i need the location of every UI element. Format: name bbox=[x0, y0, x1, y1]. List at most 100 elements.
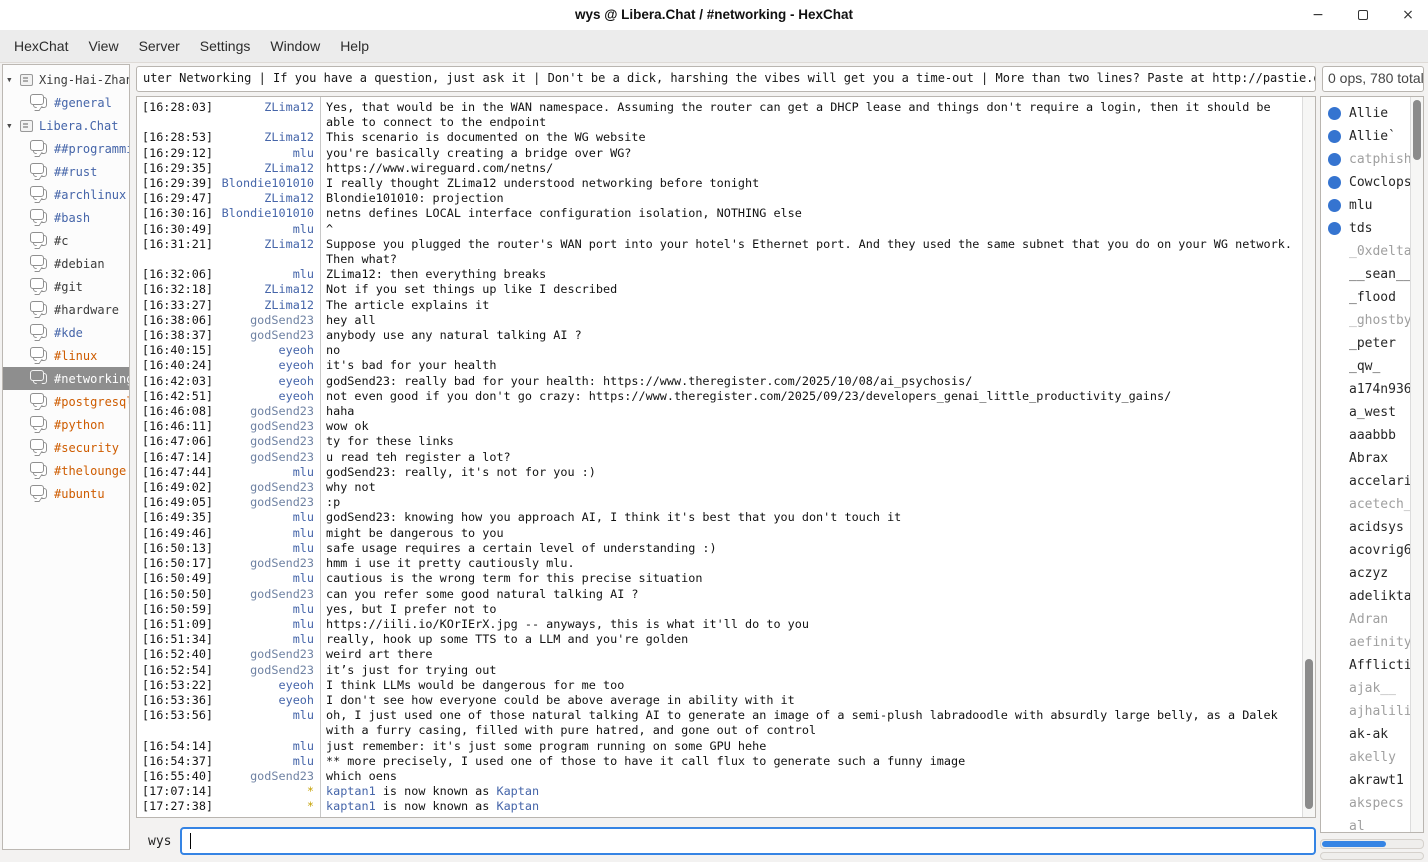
chat-nick[interactable]: godSend23 bbox=[210, 647, 314, 662]
sidebar-server-libera-chat[interactable]: ▾Libera.Chat bbox=[3, 114, 129, 137]
chat-scrollbar[interactable] bbox=[1302, 97, 1315, 817]
userlist-item[interactable]: Cowclops` bbox=[1321, 171, 1410, 194]
userlist-item[interactable]: a_west bbox=[1321, 401, 1410, 424]
userlist-horizontal-scrollbar-thumb[interactable] bbox=[1322, 841, 1386, 847]
chat-nick[interactable]: godSend23 bbox=[210, 480, 314, 495]
sidebar-item--hardware[interactable]: #hardware bbox=[3, 298, 129, 321]
sidebar-item--rust[interactable]: ##rust bbox=[3, 160, 129, 183]
userlist-item[interactable]: _ghostbyte bbox=[1321, 309, 1410, 332]
userlist-item[interactable]: _peter bbox=[1321, 332, 1410, 355]
chat-nick[interactable]: godSend23 bbox=[210, 450, 314, 465]
chat-nick[interactable]: mlu bbox=[210, 617, 314, 632]
chat-nick[interactable]: eyeoh bbox=[210, 678, 314, 693]
menu-item-server[interactable]: Server bbox=[129, 33, 190, 59]
chat-nick[interactable]: mlu bbox=[210, 754, 314, 769]
userlist-item[interactable]: acetech_ bbox=[1321, 493, 1410, 516]
userlist-item[interactable]: accelario bbox=[1321, 470, 1410, 493]
chat-nick[interactable]: godSend23 bbox=[210, 313, 314, 328]
sidebar-item--networking[interactable]: #networking bbox=[3, 367, 129, 390]
chat-nick[interactable]: eyeoh bbox=[210, 358, 314, 373]
userlist-item[interactable]: aefinity bbox=[1321, 631, 1410, 654]
chat-nick[interactable]: godSend23 bbox=[210, 587, 314, 602]
userlist-item[interactable]: acovrig60 bbox=[1321, 539, 1410, 562]
chat-nick[interactable]: godSend23 bbox=[210, 769, 314, 784]
topic-bar[interactable]: uter Networking | If you have a question… bbox=[136, 66, 1316, 92]
chat-nick[interactable]: godSend23 bbox=[210, 434, 314, 449]
userlist-item[interactable]: Abrax bbox=[1321, 447, 1410, 470]
chat-nick[interactable]: godSend23 bbox=[210, 663, 314, 678]
chat-nick[interactable]: eyeoh bbox=[210, 343, 314, 358]
chat-nick[interactable]: mlu bbox=[210, 541, 314, 556]
userlist-item[interactable]: __sean__ bbox=[1321, 263, 1410, 286]
message-input[interactable] bbox=[180, 827, 1316, 855]
chat-nick[interactable]: Blondie101010 bbox=[210, 206, 314, 221]
userlist-item[interactable]: al bbox=[1321, 815, 1410, 832]
maximize-icon[interactable] bbox=[1355, 7, 1371, 23]
chat-nick[interactable]: eyeoh bbox=[210, 693, 314, 708]
userlist-item[interactable]: Allie bbox=[1321, 102, 1410, 125]
userlist-item[interactable]: Affliction bbox=[1321, 654, 1410, 677]
userlist-item[interactable]: ajhalili2 bbox=[1321, 700, 1410, 723]
sidebar-item--archlinux[interactable]: #archlinux bbox=[3, 183, 129, 206]
menu-item-settings[interactable]: Settings bbox=[190, 33, 261, 59]
sidebar-item--kde[interactable]: #kde bbox=[3, 321, 129, 344]
sidebar-item--debian[interactable]: #debian bbox=[3, 252, 129, 275]
menu-item-hexchat[interactable]: HexChat bbox=[4, 33, 78, 59]
userlist-item[interactable]: mlu bbox=[1321, 194, 1410, 217]
chat-nick[interactable]: godSend23 bbox=[210, 556, 314, 571]
userlist-scrollbar-thumb[interactable] bbox=[1413, 100, 1421, 160]
chat-nick[interactable]: eyeoh bbox=[210, 374, 314, 389]
chat-nick[interactable]: Blondie101010 bbox=[210, 176, 314, 191]
sidebar-item--c[interactable]: #c bbox=[3, 229, 129, 252]
chat-nick[interactable]: mlu bbox=[210, 708, 314, 738]
userlist-item[interactable]: Adran bbox=[1321, 608, 1410, 631]
sidebar-item--general[interactable]: #general bbox=[3, 91, 129, 114]
userlist-item[interactable]: Allie` bbox=[1321, 125, 1410, 148]
chat-nick[interactable]: ZLima12 bbox=[210, 282, 314, 297]
userlist-item[interactable]: adeliktas bbox=[1321, 585, 1410, 608]
chat-nick[interactable]: mlu bbox=[210, 739, 314, 754]
sidebar-item--ubuntu[interactable]: #ubuntu bbox=[3, 482, 129, 505]
chat-nick[interactable]: ZLima12 bbox=[210, 191, 314, 206]
sidebar-item--thelounge[interactable]: #thelounge bbox=[3, 459, 129, 482]
chat-nick[interactable]: godSend23 bbox=[210, 495, 314, 510]
chat-nick[interactable]: mlu bbox=[210, 510, 314, 525]
userlist-horizontal-scrollbar[interactable] bbox=[1320, 839, 1424, 849]
chat-nick[interactable]: ZLima12 bbox=[210, 298, 314, 313]
chat-nick[interactable]: godSend23 bbox=[210, 328, 314, 343]
menu-item-help[interactable]: Help bbox=[330, 33, 379, 59]
sidebar-item--security[interactable]: #security bbox=[3, 436, 129, 459]
chat-nick[interactable]: mlu bbox=[210, 146, 314, 161]
sidebar-item--python[interactable]: #python bbox=[3, 413, 129, 436]
chat-nick[interactable]: godSend23 bbox=[210, 404, 314, 419]
userlist-item[interactable]: _qw_ bbox=[1321, 355, 1410, 378]
chat-nick[interactable]: * bbox=[210, 784, 314, 799]
userlist-item[interactable]: acidsys bbox=[1321, 516, 1410, 539]
sidebar-item--postgresql[interactable]: #postgresql bbox=[3, 390, 129, 413]
userlist-item[interactable]: akrawt1 bbox=[1321, 769, 1410, 792]
tree-expander-icon[interactable]: ▾ bbox=[6, 73, 20, 86]
userlist-item[interactable]: catphish bbox=[1321, 148, 1410, 171]
chat-nick[interactable]: mlu bbox=[210, 602, 314, 617]
userlist-item[interactable]: ak-ak bbox=[1321, 723, 1410, 746]
sidebar-item--programmi[interactable]: ##programmi bbox=[3, 137, 129, 160]
userlist-item[interactable]: _flood bbox=[1321, 286, 1410, 309]
tree-expander-icon[interactable]: ▾ bbox=[6, 119, 20, 132]
chat-nick[interactable]: godSend23 bbox=[210, 419, 314, 434]
userlist-item[interactable]: a174n936 bbox=[1321, 378, 1410, 401]
userlist-item[interactable]: tds bbox=[1321, 217, 1410, 240]
chat-nick[interactable]: ZLima12 bbox=[210, 161, 314, 176]
chat-nick[interactable]: ZLima12 bbox=[210, 237, 314, 267]
menu-item-window[interactable]: Window bbox=[260, 33, 330, 59]
userlist-scrollbar[interactable] bbox=[1410, 97, 1423, 832]
chat-nick[interactable]: ZLima12 bbox=[210, 130, 314, 145]
sidebar-item--git[interactable]: #git bbox=[3, 275, 129, 298]
minimize-icon[interactable]: − bbox=[1310, 7, 1326, 23]
chat-scrollbar-thumb[interactable] bbox=[1305, 659, 1313, 809]
userlist-item[interactable]: aaabbb bbox=[1321, 424, 1410, 447]
chat-nick[interactable]: mlu bbox=[210, 526, 314, 541]
chat-nick[interactable]: mlu bbox=[210, 571, 314, 586]
close-icon[interactable]: × bbox=[1400, 7, 1416, 23]
chat-nick[interactable]: eyeoh bbox=[210, 389, 314, 404]
own-nick-label[interactable]: wys bbox=[136, 834, 180, 849]
